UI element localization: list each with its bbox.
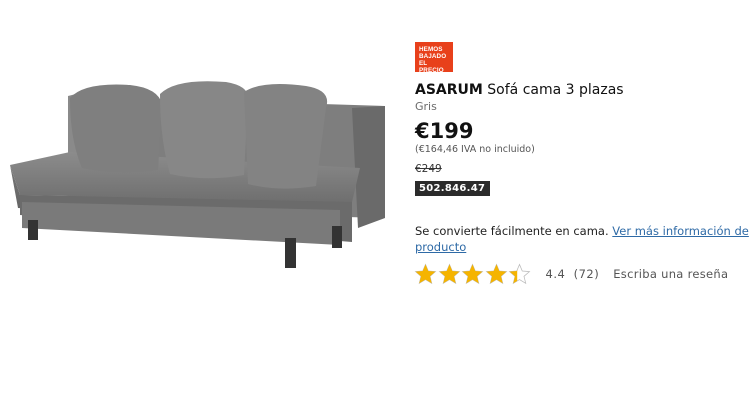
star-icon bbox=[508, 263, 531, 285]
price-reduced-badge: HEMOS BAJADO EL PRECIO bbox=[415, 42, 453, 74]
product-title: ASARUM Sofá cama 3 plazas bbox=[415, 81, 745, 99]
product-name: ASARUM bbox=[415, 82, 483, 98]
old-price: €249 bbox=[415, 163, 442, 175]
article-number: 502.846.47 bbox=[415, 181, 491, 196]
star-icon bbox=[414, 263, 437, 285]
write-review-link[interactable]: Escriba una reseña bbox=[613, 267, 728, 281]
review-count: (72) bbox=[573, 267, 600, 281]
star-icon bbox=[485, 263, 507, 285]
product-info: HEMOS BAJADO EL PRECIO ASARUM Sofá cama … bbox=[415, 42, 745, 196]
rating: 4.4 (72) Escriba una reseña bbox=[414, 263, 728, 285]
rating-value: 4.4 (72) bbox=[546, 267, 600, 281]
product-type: Sofá cama 3 plazas bbox=[487, 82, 624, 98]
rating-score: 4.4 bbox=[545, 267, 566, 281]
product-color: Gris bbox=[415, 100, 437, 113]
product-description: Se convierte fácilmente en cama. Ver más… bbox=[415, 223, 750, 255]
product-image bbox=[10, 81, 385, 268]
rating-stars bbox=[414, 263, 532, 285]
description-text: Se convierte fácilmente en cama. bbox=[415, 224, 609, 238]
product-price: €199 bbox=[415, 119, 474, 143]
star-icon bbox=[438, 263, 460, 285]
price-without-vat: (€164,46 IVA no incluido) bbox=[415, 144, 535, 155]
star-icon bbox=[461, 263, 484, 285]
